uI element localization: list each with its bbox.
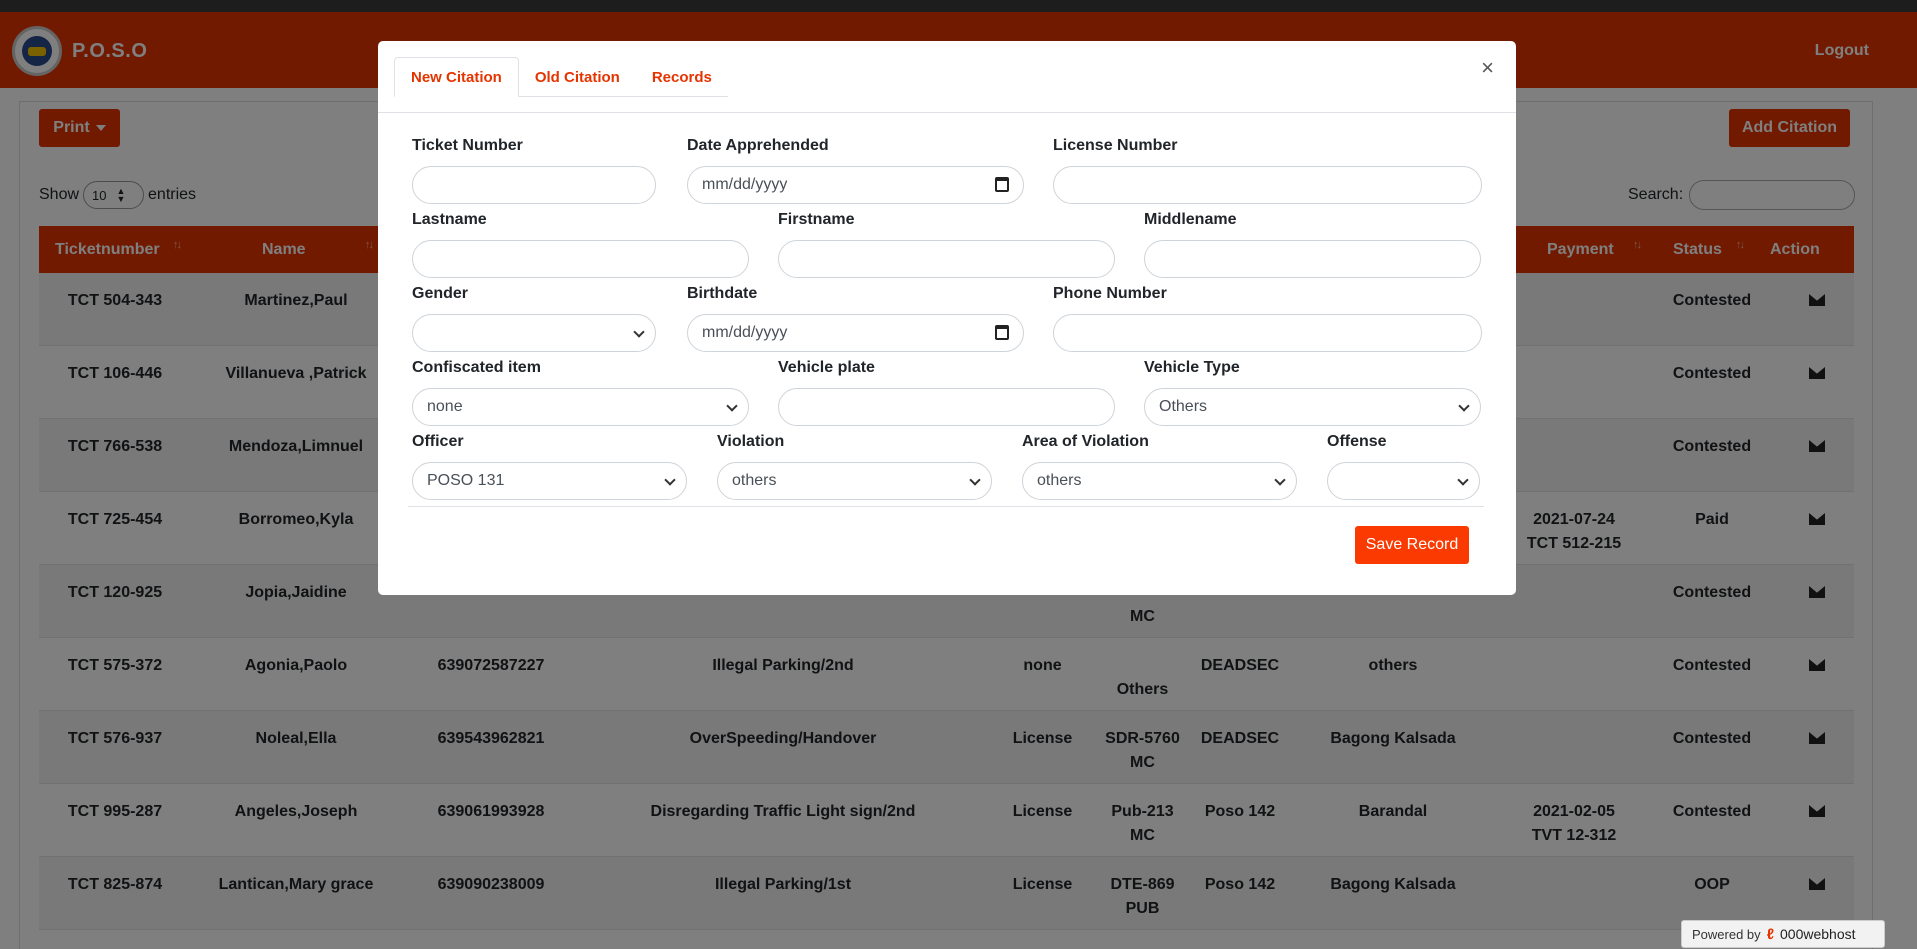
- divider: [378, 112, 1516, 113]
- webhost-logo-icon: ℓ: [1766, 925, 1774, 943]
- birthdate-input[interactable]: mm/dd/yyyy: [687, 314, 1024, 352]
- area-of-violation-select[interactable]: others: [1022, 462, 1297, 500]
- phone-number-input[interactable]: [1053, 314, 1482, 352]
- date-apprehended-input[interactable]: mm/dd/yyyy: [687, 166, 1024, 204]
- chevron-down-icon: [969, 474, 981, 486]
- chevron-down-icon: [726, 400, 738, 412]
- powered-by-badge[interactable]: Powered by ℓ 000webhost: [1681, 920, 1885, 948]
- vehicle-type-value: Others: [1159, 398, 1208, 415]
- violation-select[interactable]: others: [717, 462, 992, 500]
- label-gender: Gender: [412, 285, 469, 302]
- label-offense: Offense: [1327, 433, 1387, 450]
- violation-value: others: [732, 472, 777, 489]
- label-phone-number: Phone Number: [1053, 285, 1167, 302]
- calendar-icon[interactable]: [995, 177, 1009, 192]
- label-date-apprehended: Date Apprehended: [687, 137, 829, 154]
- label-middlename: Middlename: [1144, 211, 1237, 228]
- label-area-of-violation: Area of Violation: [1022, 433, 1149, 450]
- chevron-down-icon: [1457, 474, 1469, 486]
- label-ticket-number: Ticket Number: [412, 137, 523, 154]
- divider: [408, 506, 1484, 507]
- middlename-input[interactable]: [1144, 240, 1481, 278]
- lastname-input[interactable]: [412, 240, 749, 278]
- officer-value: POSO 131: [427, 472, 505, 489]
- birthdate-placeholder: mm/dd/yyyy: [702, 324, 788, 341]
- label-license-number: License Number: [1053, 137, 1178, 154]
- close-icon[interactable]: ×: [1481, 57, 1494, 79]
- chevron-down-icon: [1458, 400, 1470, 412]
- label-vehicle-plate: Vehicle plate: [778, 359, 875, 376]
- label-lastname: Lastname: [412, 211, 487, 228]
- ticket-number-input[interactable]: [412, 166, 656, 204]
- calendar-icon[interactable]: [995, 325, 1009, 340]
- modal-tabs: New Citation Old Citation Records: [394, 57, 728, 97]
- tab-records[interactable]: Records: [636, 57, 728, 97]
- vehicle-type-select[interactable]: Others: [1144, 388, 1481, 426]
- host-name: 000webhost: [1780, 926, 1856, 942]
- vehicle-plate-input[interactable]: [778, 388, 1115, 426]
- label-birthdate: Birthdate: [687, 285, 758, 302]
- tab-old-citation[interactable]: Old Citation: [519, 57, 636, 97]
- label-officer: Officer: [412, 433, 464, 450]
- officer-select[interactable]: POSO 131: [412, 462, 687, 500]
- firstname-input[interactable]: [778, 240, 1115, 278]
- label-violation: Violation: [717, 433, 785, 450]
- confiscated-item-value: none: [427, 398, 463, 415]
- tab-new-citation[interactable]: New Citation: [394, 57, 519, 97]
- powered-label: Powered by: [1692, 926, 1761, 942]
- gender-select[interactable]: [412, 314, 656, 352]
- license-number-input[interactable]: [1053, 166, 1482, 204]
- chevron-down-icon: [1274, 474, 1286, 486]
- label-vehicle-type: Vehicle Type: [1144, 359, 1240, 376]
- chevron-down-icon: [664, 474, 676, 486]
- offense-select[interactable]: [1327, 462, 1480, 500]
- new-citation-modal: New Citation Old Citation Records × Tick…: [378, 41, 1516, 595]
- chevron-down-icon: [633, 326, 645, 338]
- label-confiscated-item: Confiscated item: [412, 359, 541, 376]
- label-firstname: Firstname: [778, 211, 855, 228]
- area-of-violation-value: others: [1037, 472, 1082, 489]
- date-placeholder: mm/dd/yyyy: [702, 176, 788, 193]
- confiscated-item-select[interactable]: none: [412, 388, 749, 426]
- save-record-button[interactable]: Save Record: [1355, 526, 1469, 564]
